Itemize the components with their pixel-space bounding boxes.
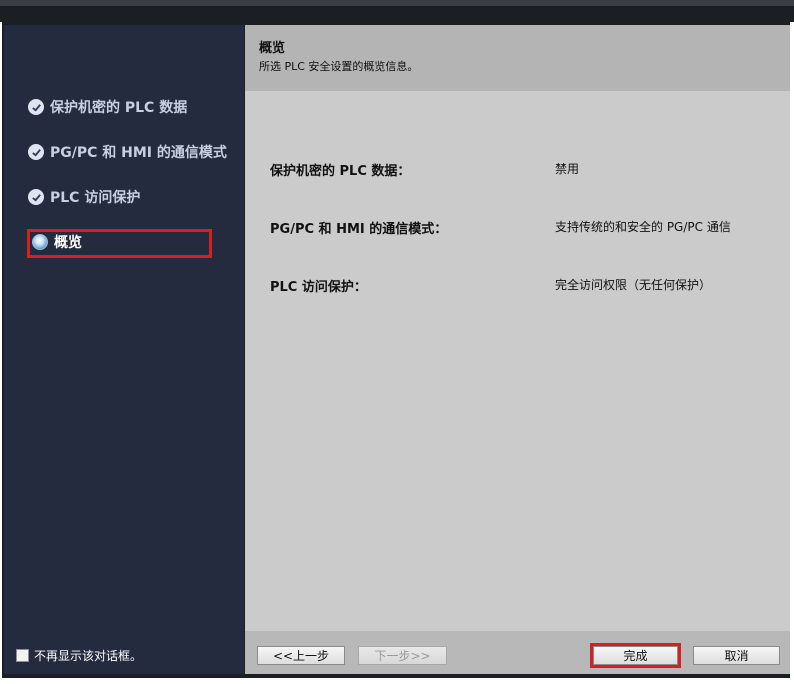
summary-label-access-protection: PLC 访问保护： <box>270 280 367 295</box>
title-bar <box>0 0 794 22</box>
page-header: 概览 所选 PLC 安全设置的概览信息。 <box>245 25 790 91</box>
summary-label-plc-data: 保护机密的 PLC 数据： <box>270 164 411 179</box>
wizard-sidebar <box>4 25 244 674</box>
page-subtitle: 所选 PLC 安全设置的概览信息。 <box>259 60 419 73</box>
check-icon <box>28 144 44 160</box>
sidebar-step-label: PLC 访问保护 <box>50 190 141 206</box>
summary-value-communication: 支持传统的和安全的 PG/PC 通信 <box>555 220 731 234</box>
dont-show-checkbox[interactable] <box>16 649 29 662</box>
cancel-button[interactable]: 取消 <box>693 646 780 665</box>
sidebar-step-communication-mode[interactable]: PG/PC 和 HMI 的通信模式 <box>28 139 227 165</box>
security-wizard-dialog: 保护机密的 PLC 数据 PG/PC 和 HMI 的通信模式 PLC 访问保护 … <box>0 0 794 684</box>
dont-show-again[interactable]: 不再显示该对话框。 <box>16 647 142 664</box>
sidebar-step-label: PG/PC 和 HMI 的通信模式 <box>50 145 227 161</box>
sidebar-step-access-protection[interactable]: PLC 访问保护 <box>28 184 140 210</box>
summary-value-access-protection: 完全访问权限（无任何保护） <box>555 278 712 292</box>
back-button[interactable]: <<上一步 <box>257 646 345 665</box>
summary-label-communication: PG/PC 和 HMI 的通信模式： <box>270 222 448 237</box>
summary-value-plc-data: 禁用 <box>555 162 580 176</box>
highlight-finish-button <box>590 643 681 668</box>
page-title: 概览 <box>259 41 286 56</box>
sidebar-step-label: 保护机密的 PLC 数据 <box>50 100 188 116</box>
check-icon <box>28 189 44 205</box>
highlight-overview-step <box>27 229 212 258</box>
next-button[interactable]: 下一步>> <box>358 646 447 665</box>
summary-panel: 保护机密的 PLC 数据： 禁用 PG/PC 和 HMI 的通信模式： 支持传统… <box>245 91 790 631</box>
check-icon <box>28 99 44 115</box>
sidebar-step-protect-plc-data[interactable]: 保护机密的 PLC 数据 <box>28 94 187 120</box>
dont-show-label: 不再显示该对话框。 <box>34 649 143 663</box>
